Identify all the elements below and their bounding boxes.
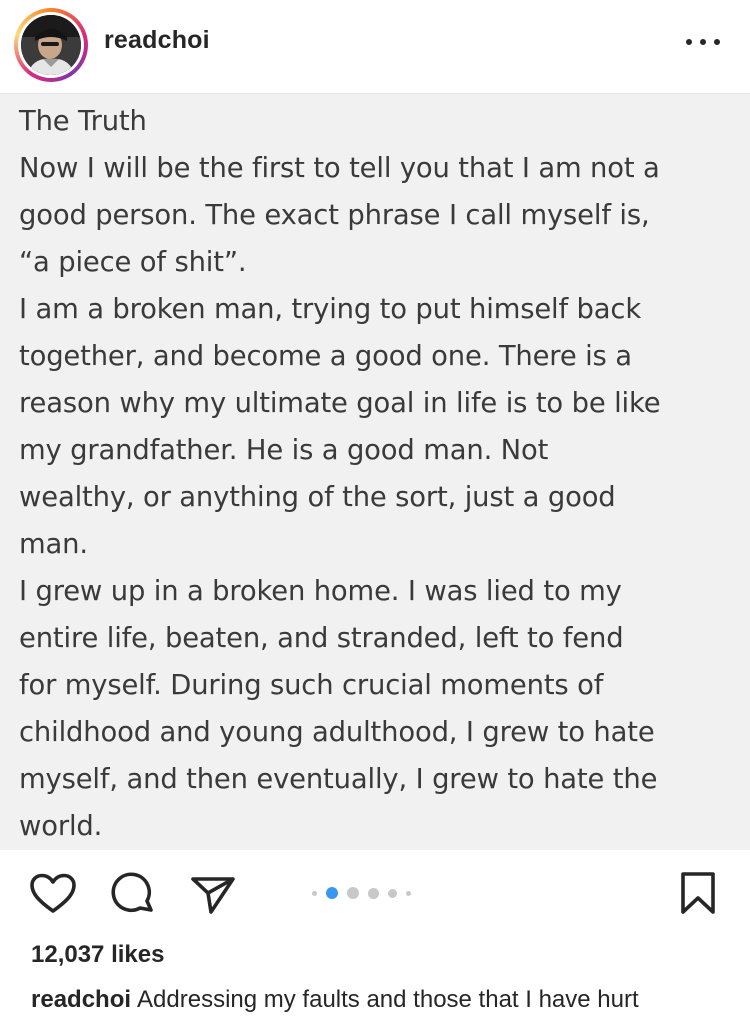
post-text-line: together, and become a good one. There i… [19, 341, 632, 372]
carousel-dot [406, 890, 411, 896]
carousel-dot [368, 887, 379, 899]
carousel-indicator [312, 887, 411, 899]
more-dot [714, 39, 720, 45]
post-header: readchoi [0, 0, 750, 94]
comment-icon[interactable] [111, 872, 155, 916]
likes-count[interactable]: 12,037 likes [31, 941, 164, 969]
heart-icon[interactable] [30, 873, 76, 915]
post-text-line: I grew up in a broken home. I was lied t… [19, 576, 622, 607]
caption-username[interactable]: readchoi [31, 986, 131, 1013]
caption-text: Addressing my faults and those that I ha… [137, 986, 639, 1013]
avatar[interactable] [21, 15, 81, 75]
post-text-line: wealthy, or anything of the sort, just a… [19, 482, 616, 513]
post-text-line: reason why my ultimate goal in life is t… [19, 388, 661, 419]
post-username[interactable]: readchoi [104, 26, 210, 55]
post-text-line: entire life, beaten, and stranded, left … [19, 623, 624, 654]
more-options-icon[interactable] [686, 30, 720, 54]
post-text-line: my grandfather. He is a good man. Not [19, 435, 549, 466]
post-image-text: The Truth Now I will be the first to tell… [19, 98, 729, 850]
carousel-dot [388, 888, 397, 898]
post-text-line: good person. The exact phrase I call mys… [19, 200, 650, 231]
more-dot [686, 39, 692, 45]
carousel-dot [347, 887, 359, 899]
post-text-line: man. [19, 529, 88, 560]
post-text-line: Now I will be the first to tell you that… [19, 153, 660, 184]
send-icon[interactable] [190, 875, 236, 915]
more-dot [700, 39, 706, 45]
post-text-line: myself, and then eventually, I grew to h… [19, 764, 658, 795]
post-text-line: childhood and young adulthood, I grew to… [19, 717, 655, 748]
post-text-line: for myself. During such crucial moments … [19, 670, 604, 701]
post-text-line: The Truth [19, 106, 147, 137]
avatar-story-ring[interactable] [14, 8, 88, 82]
post-text-line: I am a broken man, trying to put himself… [19, 294, 642, 325]
post-image[interactable]: The Truth Now I will be the first to tell… [0, 94, 750, 850]
carousel-dot-active [326, 887, 338, 899]
post-text-line: “a piece of shit”. [19, 247, 247, 278]
bookmark-icon[interactable] [679, 871, 717, 915]
post-text-line: world. [19, 811, 103, 842]
caption: readchoi Addressing my faults and those t… [31, 986, 639, 1014]
carousel-dot [312, 890, 317, 896]
